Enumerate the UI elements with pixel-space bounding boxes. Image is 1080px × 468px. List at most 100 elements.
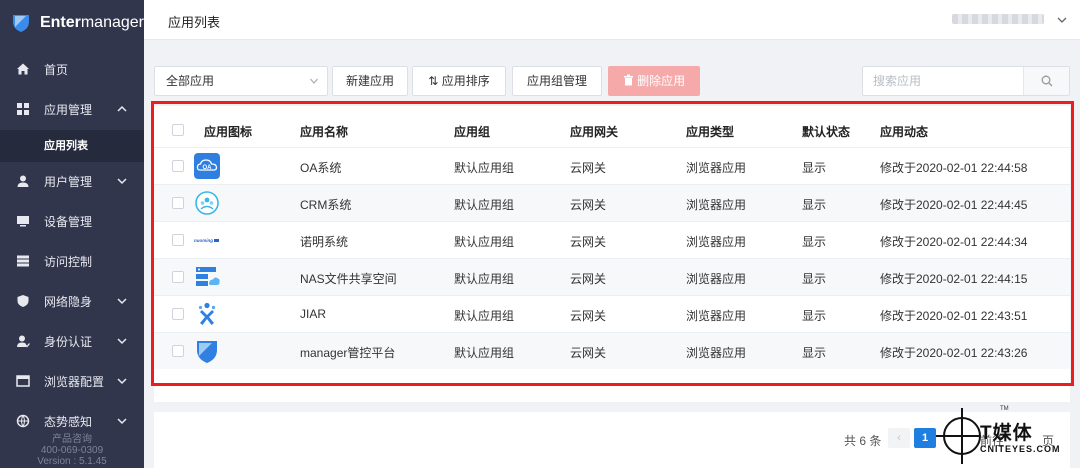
app-gateway: 云网关 bbox=[570, 346, 607, 360]
app-name[interactable]: JIAR bbox=[300, 307, 326, 321]
sidebar-item-access-control[interactable]: 访问控制 bbox=[0, 241, 144, 281]
sidebar-item-app-management[interactable]: 应用管理 bbox=[0, 89, 144, 129]
search-box bbox=[862, 66, 1070, 96]
logo-icon bbox=[12, 15, 29, 32]
user-name-blurred[interactable] bbox=[952, 14, 1044, 24]
row-checkbox[interactable] bbox=[172, 234, 184, 246]
column-header-group: 应用组 bbox=[454, 125, 491, 139]
watermark-domain: CNITEYES.COM bbox=[980, 444, 1061, 454]
app-gateway: 云网关 bbox=[570, 161, 607, 175]
app-status: 显示 bbox=[802, 235, 827, 249]
chevron-down-icon[interactable] bbox=[1056, 14, 1068, 26]
brand[interactable]: Entermanager bbox=[0, 0, 144, 46]
table-row[interactable]: NAS文件共享空间 默认应用组 云网关 浏览器应用 显示 修改于2020-02-… bbox=[154, 258, 1070, 295]
toolbar: 全部应用 新建应用 ⇅ 应用排序 应用组管理 删除应用 bbox=[154, 66, 1070, 96]
table-row[interactable]: nuoming 诺明系统 默认应用组 云网关 浏览器应用 显示 修改于2020-… bbox=[154, 221, 1070, 258]
sort-app-button[interactable]: ⇅ 应用排序 bbox=[412, 66, 506, 96]
footer-consult-label: 产品咨询 bbox=[52, 434, 92, 445]
app-activity: 修改于2020-02-01 22:43:51 bbox=[880, 309, 1028, 323]
new-app-button[interactable]: 新建应用 bbox=[332, 66, 408, 96]
app-name[interactable]: NAS文件共享空间 bbox=[300, 270, 397, 287]
sidebar-item-label: 态势感知 bbox=[44, 414, 93, 429]
search-input[interactable] bbox=[873, 73, 1013, 89]
sidebar-item-network-stealth[interactable]: 网络隐身 bbox=[0, 281, 144, 321]
page-title: 应用列表 bbox=[168, 15, 221, 30]
row-checkbox[interactable] bbox=[172, 160, 184, 172]
page-button-current[interactable]: 1 bbox=[914, 428, 936, 448]
app-activity: 修改于2020-02-01 22:44:15 bbox=[880, 272, 1028, 286]
app-gateway: 云网关 bbox=[570, 198, 607, 212]
app-group: 默认应用组 bbox=[454, 346, 515, 360]
row-checkbox[interactable] bbox=[172, 197, 184, 209]
footer-version: Version : 5.1.45 bbox=[37, 456, 107, 467]
table-row[interactable]: JIAR 默认应用组 云网关 浏览器应用 显示 修改于2020-02-01 22… bbox=[154, 295, 1070, 332]
app-status: 显示 bbox=[802, 272, 827, 286]
manager-icon bbox=[197, 341, 217, 363]
app-name[interactable]: manager管控平台 bbox=[300, 344, 395, 361]
sidebar-item-label: 应用管理 bbox=[44, 102, 93, 117]
app-type: 浏览器应用 bbox=[686, 161, 747, 175]
app-table: 应用图标 应用名称 应用组 应用网关 应用类型 默认状态 应用动态 OA OA系… bbox=[154, 106, 1070, 402]
app-activity: 修改于2020-02-01 22:43:26 bbox=[880, 346, 1028, 360]
row-checkbox[interactable] bbox=[172, 345, 184, 357]
app-status: 显示 bbox=[802, 346, 827, 360]
app-activity: 修改于2020-02-01 22:44:45 bbox=[880, 198, 1028, 212]
prev-page-button[interactable]: ‹ bbox=[888, 428, 910, 448]
home-icon bbox=[17, 63, 29, 75]
delete-app-label: 删除应用 bbox=[637, 74, 686, 88]
app-status: 显示 bbox=[802, 161, 827, 175]
trash-icon bbox=[623, 74, 633, 86]
app-filter-value: 全部应用 bbox=[166, 74, 215, 88]
nas-icon bbox=[196, 267, 220, 286]
sidebar-item-browser-config[interactable]: 浏览器配置 bbox=[0, 361, 144, 401]
app-name[interactable]: CRM系统 bbox=[300, 196, 351, 213]
sidebar-item-label: 浏览器配置 bbox=[44, 374, 105, 389]
delete-app-button[interactable]: 删除应用 bbox=[608, 66, 700, 96]
app-type: 浏览器应用 bbox=[686, 235, 747, 249]
app-gateway: 云网关 bbox=[570, 235, 607, 249]
app-status: 显示 bbox=[802, 309, 827, 323]
table-row[interactable]: CRM系统 默认应用组 云网关 浏览器应用 显示 修改于2020-02-01 2… bbox=[154, 184, 1070, 221]
sidebar-item-identity-auth[interactable]: 身份认证 bbox=[0, 321, 144, 361]
sidebar-item-label: 网络隐身 bbox=[44, 294, 93, 309]
sidebar-item-user-management[interactable]: 用户管理 bbox=[0, 161, 144, 201]
app-name[interactable]: OA系统 bbox=[300, 159, 341, 176]
watermark-text: T媒体 bbox=[980, 423, 1033, 444]
row-checkbox[interactable] bbox=[172, 308, 184, 320]
sidebar-item-home[interactable]: 首页 bbox=[0, 49, 144, 89]
app-filter-select[interactable]: 全部应用 bbox=[154, 66, 328, 96]
watermark-tm: TM bbox=[1000, 406, 1009, 412]
sidebar-subitem-app-list[interactable]: 应用列表 bbox=[0, 130, 144, 162]
group-management-button[interactable]: 应用组管理 bbox=[512, 66, 602, 96]
column-header-activity: 应用动态 bbox=[880, 125, 929, 139]
chevron-up-icon bbox=[117, 105, 127, 112]
chevron-down-icon bbox=[117, 338, 127, 345]
jira-icon bbox=[198, 302, 216, 325]
select-all-checkbox[interactable] bbox=[172, 124, 184, 136]
app-group: 默认应用组 bbox=[454, 235, 515, 249]
column-header-gateway: 应用网关 bbox=[570, 125, 619, 139]
table-row[interactable]: manager管控平台 默认应用组 云网关 浏览器应用 显示 修改于2020-0… bbox=[154, 332, 1070, 369]
row-checkbox[interactable] bbox=[172, 271, 184, 283]
topbar: 应用列表 bbox=[144, 0, 1080, 40]
total-count: 共 6 条 bbox=[844, 434, 882, 448]
nuoming-icon: nuoming bbox=[194, 238, 219, 243]
sidebar-footer: 产品咨询 400-069-0309 Version : 5.1.45 bbox=[0, 434, 144, 468]
app-group: 默认应用组 bbox=[454, 272, 515, 286]
app-status: 显示 bbox=[802, 198, 827, 212]
sidebar-item-device-management[interactable]: 设备管理 bbox=[0, 201, 144, 241]
search-button[interactable] bbox=[1023, 67, 1069, 95]
app-name[interactable]: 诺明系统 bbox=[300, 233, 348, 250]
browser-icon bbox=[16, 375, 30, 387]
svg-text:OA: OA bbox=[203, 165, 213, 171]
group-management-label: 应用组管理 bbox=[526, 74, 587, 88]
pagination: 共 6 条 ‹ 1 前往 页 bbox=[154, 412, 1070, 468]
crm-icon bbox=[195, 191, 219, 215]
table-row[interactable]: OA OA系统 默认应用组 云网关 浏览器应用 显示 修改于2020-02-01… bbox=[154, 147, 1070, 184]
app-type: 浏览器应用 bbox=[686, 346, 747, 360]
app-activity: 修改于2020-02-01 22:44:58 bbox=[880, 161, 1028, 175]
svg-text:nuoming: nuoming bbox=[194, 238, 213, 243]
brand-name: Entermanager bbox=[39, 14, 144, 31]
shield-icon bbox=[17, 295, 29, 307]
app-type: 浏览器应用 bbox=[686, 309, 747, 323]
